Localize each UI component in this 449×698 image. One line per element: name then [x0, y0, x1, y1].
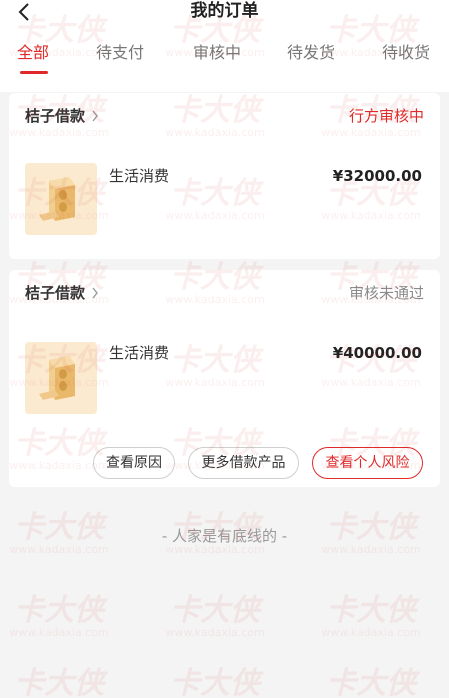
coin-stack-icon [25, 342, 97, 414]
coin-stack-icon [25, 163, 97, 235]
watermark: 卡大侠www.kadaxia.com [160, 595, 270, 639]
lender-link[interactable]: 桔子借款 [25, 282, 99, 304]
chevron-right-icon [92, 287, 98, 299]
watermark: 卡大侠 [316, 668, 426, 698]
product-thumbnail [25, 163, 97, 235]
page-title: 我的订单 [190, 1, 259, 21]
loan-amount: ¥32000.00 [332, 167, 422, 185]
order-card[interactable]: 桔子借款 行方审核中 生活消费 ¥32000.00 [9, 93, 440, 259]
view-reason-button[interactable]: 查看原因 [93, 447, 175, 479]
watermark-brand: 卡大侠 [14, 593, 104, 628]
tab-pending-receipt[interactable]: 待收货 [382, 40, 430, 70]
watermark-url: www.kadaxia.com [9, 626, 109, 639]
tab-under-review[interactable]: 审核中 [193, 40, 241, 70]
order-card[interactable]: 桔子借款 审核未通过 生活消费 ¥40000.00 查看原因 更多借款产品 查看… [9, 270, 440, 487]
loan-amount: ¥40000.00 [332, 344, 422, 362]
watermark: 卡大侠 [160, 668, 270, 698]
order-tabs: 全部 待支付 审核中 待发货 待收货 [0, 40, 449, 70]
lender-name: 桔子借款 [25, 284, 86, 302]
watermark-brand: 卡大侠 [170, 666, 260, 698]
tab-all[interactable]: 全部 [17, 40, 49, 70]
chevron-right-icon [92, 110, 98, 122]
watermark-url: www.kadaxia.com [321, 626, 421, 639]
watermark-brand: 卡大侠 [326, 666, 416, 698]
tab-pending-shipment[interactable]: 待发货 [287, 40, 335, 70]
end-of-list-note: - 人家是有底线的 - [161, 527, 288, 545]
more-loan-products-button[interactable]: 更多借款产品 [188, 447, 299, 479]
watermark-url: www.kadaxia.com [165, 626, 265, 639]
watermark: 卡大侠 [4, 668, 114, 698]
view-personal-risk-button[interactable]: 查看个人风险 [312, 447, 423, 479]
watermark-brand: 卡大侠 [326, 593, 416, 628]
order-status: 行方审核中 [348, 107, 424, 125]
product-thumbnail [25, 342, 97, 414]
watermark-brand: 卡大侠 [170, 593, 260, 628]
lender-name: 桔子借款 [25, 107, 86, 125]
loan-purpose: 生活消费 [109, 344, 170, 362]
watermark: 卡大侠www.kadaxia.com [316, 595, 426, 639]
order-status: 审核未通过 [348, 284, 424, 302]
watermark: 卡大侠www.kadaxia.com [4, 595, 114, 639]
watermark-brand: 卡大侠 [14, 666, 104, 698]
tab-pending-payment[interactable]: 待支付 [96, 40, 144, 70]
top-bar: 我的订单 全部 待支付 审核中 待发货 待收货 [0, 0, 449, 92]
lender-link[interactable]: 桔子借款 [25, 105, 99, 127]
active-tab-indicator [20, 71, 48, 74]
loan-purpose: 生活消费 [109, 167, 170, 185]
